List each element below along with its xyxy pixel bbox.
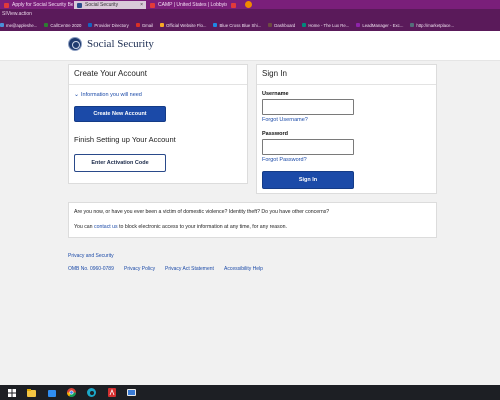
bookmark-favicon-icon: [356, 23, 361, 27]
ssa-seal-logo[interactable]: [68, 37, 82, 51]
bookmark-label: LeadManager - Exc...: [362, 22, 404, 28]
bookmark-favicon-icon: [302, 23, 307, 27]
bookmark-favicon-icon: [0, 23, 4, 27]
bookmark-item[interactable]: Gmail: [135, 22, 154, 28]
url-text: SIView.action: [2, 11, 32, 17]
omb-number: OMB No. 0960-0789: [68, 266, 114, 272]
privacy-policy-link[interactable]: Privacy Policy: [124, 266, 155, 272]
divider: [69, 84, 247, 85]
forgot-password-link[interactable]: Forgot Password?: [262, 157, 307, 163]
privacy-act-link[interactable]: Privacy Act Statement: [165, 266, 214, 272]
close-tab-icon[interactable]: ×: [137, 1, 143, 9]
new-tab-icon: [245, 1, 252, 9]
bookmark-favicon-icon: [213, 23, 218, 27]
divider: [257, 84, 436, 85]
bookmarks-bar: me@appleshe... CallCentre 2020 Provider Di…: [0, 19, 500, 31]
store-icon[interactable]: [46, 387, 57, 398]
username-label: Username: [262, 91, 289, 97]
bookmark-label: Blue Cross Blue Shi...: [219, 22, 262, 28]
bookmark-favicon-icon: [44, 23, 49, 27]
site-title[interactable]: Social Security: [87, 37, 154, 51]
edge-icon[interactable]: [86, 387, 97, 398]
address-bar[interactable]: SIView.action: [0, 9, 500, 19]
browser-tab-bar: Apply for Social Security Benefits × Soc…: [0, 0, 500, 9]
domestic-violence-question: Are you now, or have you ever been a vic…: [74, 209, 330, 215]
browser-tab[interactable]: CAMP | United States | Lobbyist ×: [147, 1, 227, 9]
bookmark-label: Home - The Lux Re...: [308, 22, 350, 28]
concerns-notice: [68, 202, 437, 238]
bookmark-label: Gmail: [141, 22, 154, 28]
password-label: Password: [262, 131, 288, 137]
create-new-account-button[interactable]: Create New Account: [74, 106, 166, 122]
os-taskbar: [0, 385, 500, 400]
block-access-text: You can contact us to block electronic a…: [74, 224, 287, 230]
bookmark-label: me@appleshe...: [6, 22, 38, 28]
tab-favicon-icon: [150, 2, 155, 8]
tab-favicon-icon: [77, 2, 82, 8]
forgot-username-link[interactable]: Forgot Username?: [262, 117, 308, 123]
bookmark-item[interactable]: LeadManager - Exc...: [356, 23, 403, 28]
bookmark-label: Official Website Flo...: [166, 22, 207, 28]
file-explorer-icon[interactable]: [26, 387, 37, 398]
info-you-will-need-toggle[interactable]: ⌄ Information you will need: [74, 91, 142, 99]
accessibility-help-link[interactable]: Accessibility Help: [224, 266, 263, 272]
bookmark-label: Dashboard: [274, 22, 296, 28]
password-input[interactable]: [262, 139, 354, 155]
finish-setup-title: Finish Setting up Your Account: [74, 135, 176, 144]
media-icon[interactable]: [126, 387, 137, 398]
tab-favicon-icon: [4, 2, 9, 8]
create-account-title: Create Your Account: [74, 69, 147, 78]
privacy-security-link[interactable]: Privacy and Security: [68, 253, 114, 259]
new-tab-button[interactable]: [244, 0, 253, 9]
bookmark-favicon-icon: [410, 23, 415, 27]
acrobat-icon[interactable]: [106, 387, 117, 398]
bookmark-favicon-icon: [88, 23, 93, 27]
bookmark-item[interactable]: Blue Cross Blue Shi...: [213, 23, 261, 28]
bookmark-favicon-icon: [135, 23, 140, 27]
bookmark-favicon-icon: [268, 23, 273, 27]
bookmark-label: Provider Directory: [94, 22, 129, 28]
username-input[interactable]: [262, 99, 354, 115]
enter-activation-code-button[interactable]: Enter Activation Code: [74, 154, 166, 172]
bookmark-item[interactable]: CallCentre 2020: [44, 23, 81, 28]
bookmark-item[interactable]: me@appleshe...: [0, 23, 37, 28]
bookmark-item[interactable]: Dashboard: [268, 23, 295, 28]
browser-tab[interactable]: Apply for Social Security Benefits ×: [1, 1, 73, 9]
bookmark-favicon-icon: [160, 23, 165, 27]
bookmark-label: http://marketplace...: [416, 22, 455, 28]
bookmark-item[interactable]: Official Website Flo...: [160, 23, 206, 28]
browser-tab-active[interactable]: Social Security ×: [74, 1, 146, 9]
windows-start-icon[interactable]: [6, 387, 17, 398]
tab-favicon-icon: [231, 2, 236, 8]
browser-tab[interactable]: [228, 1, 244, 9]
chevron-down-icon: ⌄: [74, 92, 80, 98]
sign-in-title: Sign In: [262, 69, 287, 78]
bookmark-item[interactable]: Home - The Lux Re...: [302, 23, 349, 28]
chrome-icon[interactable]: [66, 387, 77, 398]
bookmark-label: CallCentre 2020: [50, 22, 82, 28]
contact-us-link[interactable]: contact us: [94, 224, 118, 230]
sign-in-button[interactable]: Sign In: [262, 171, 354, 189]
bookmark-item[interactable]: http://marketplace...: [410, 23, 454, 28]
bookmark-item[interactable]: Provider Directory: [88, 22, 129, 28]
